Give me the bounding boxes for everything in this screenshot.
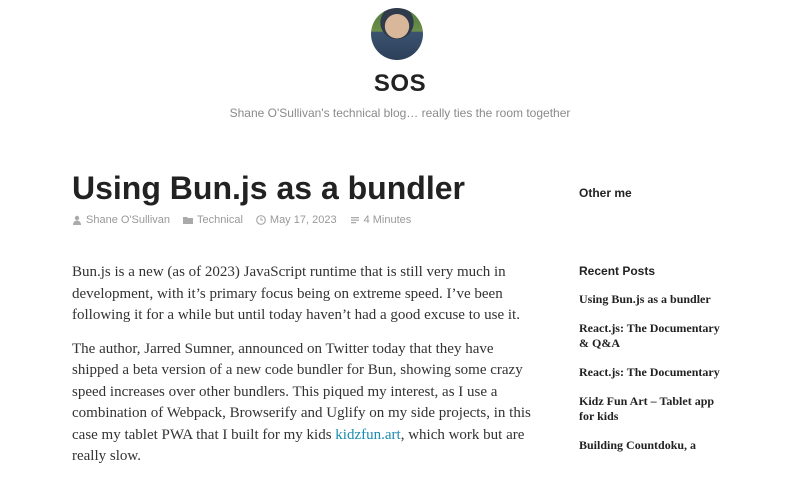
kidzfun-link[interactable]: kidzfun.art xyxy=(335,427,400,443)
post-content: Bun.js is a new (as of 2023) JavaScript … xyxy=(72,262,542,480)
list-item: Building Countdoku, a xyxy=(579,438,729,453)
widget-title-recent-posts: Recent Posts xyxy=(579,264,656,278)
folder-icon xyxy=(183,217,194,224)
post-title: Using Bun.js as a bundler xyxy=(72,170,465,206)
reading-time-icon xyxy=(350,217,359,224)
recent-post-link[interactable]: Using Bun.js as a bundler xyxy=(579,292,729,307)
author-name[interactable]: Shane O'Sullivan xyxy=(86,214,170,226)
site-description: Shane O'Sullivan's technical blog… reall… xyxy=(229,106,571,120)
meta-author[interactable]: Shane O'Sullivan xyxy=(72,214,170,226)
meta-date[interactable]: May 17, 2023 xyxy=(256,214,337,226)
list-item: Kidz Fun Art – Tablet app for kids xyxy=(579,394,729,424)
recent-post-link[interactable]: Building Countdoku, a xyxy=(579,438,729,453)
list-item: Using Bun.js as a bundler xyxy=(579,292,729,307)
read-time: 4 Minutes xyxy=(363,214,412,226)
recent-post-link[interactable]: React.js: The Documentary & Q&A xyxy=(579,321,729,351)
user-icon xyxy=(73,215,81,225)
widget-title-other-me: Other me xyxy=(579,186,632,200)
recent-post-link[interactable]: Kidz Fun Art – Tablet app for kids xyxy=(579,394,729,424)
site-title[interactable]: SOS xyxy=(0,70,800,98)
post-meta: Shane O'Sullivan Technical May 17, 2023 … xyxy=(72,214,411,226)
recent-posts-list: Using Bun.js as a bundler React.js: The … xyxy=(579,292,729,453)
list-item: React.js: The Documentary xyxy=(579,365,729,380)
meta-read-time: 4 Minutes xyxy=(350,214,412,226)
meta-category[interactable]: Technical xyxy=(183,214,243,226)
other-me-widget: Other me xyxy=(579,186,632,200)
recent-post-link[interactable]: React.js: The Documentary xyxy=(579,365,729,380)
author-avatar[interactable] xyxy=(371,8,423,60)
clock-icon xyxy=(256,215,266,225)
recent-posts-widget: Recent Posts Using Bun.js as a bundler R… xyxy=(579,264,729,467)
post-date[interactable]: May 17, 2023 xyxy=(270,214,337,226)
category-name[interactable]: Technical xyxy=(197,214,243,226)
paragraph: Bun.js is a new (as of 2023) JavaScript … xyxy=(72,264,520,323)
paragraph: The author, Jarred Sumner, announced on … xyxy=(72,339,542,468)
list-item: React.js: The Documentary & Q&A xyxy=(579,321,729,351)
